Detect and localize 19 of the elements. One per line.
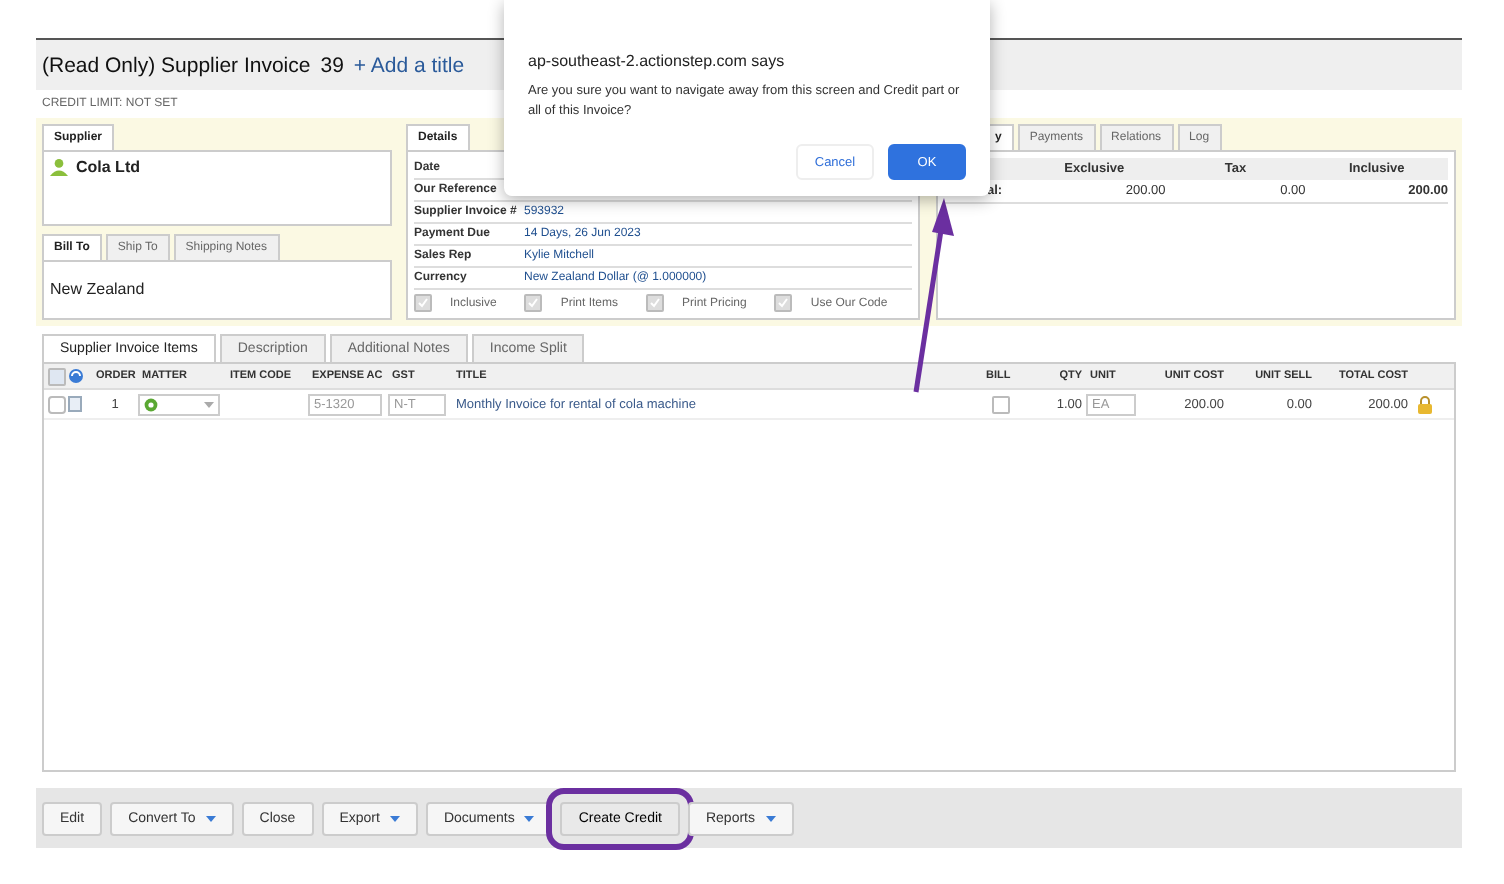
refresh-icon[interactable]: [68, 368, 84, 384]
caret-icon: [204, 401, 214, 407]
address-text: New Zealand: [50, 280, 145, 298]
row-checkbox[interactable]: [48, 395, 66, 413]
target-icon: [144, 397, 158, 411]
checkbox[interactable]: [413, 294, 432, 312]
matter-select[interactable]: [138, 393, 220, 415]
document-icon: [68, 396, 82, 412]
person-icon: [50, 158, 68, 176]
invoice-number: 39: [320, 53, 344, 77]
dialog-title: ap-southeast-2.actionstep.com says: [528, 52, 787, 70]
checkbox[interactable]: [524, 294, 543, 312]
checkbox[interactable]: [646, 294, 665, 312]
page-title: (Read Only) Supplier Invoice: [42, 53, 311, 77]
bill-checkbox[interactable]: [991, 395, 1009, 413]
checkbox[interactable]: [774, 294, 793, 312]
select-all-checkbox[interactable]: [48, 367, 66, 385]
add-title-link[interactable]: + Add a title: [353, 53, 465, 77]
supplier-name: Cola Ltd: [76, 158, 140, 176]
